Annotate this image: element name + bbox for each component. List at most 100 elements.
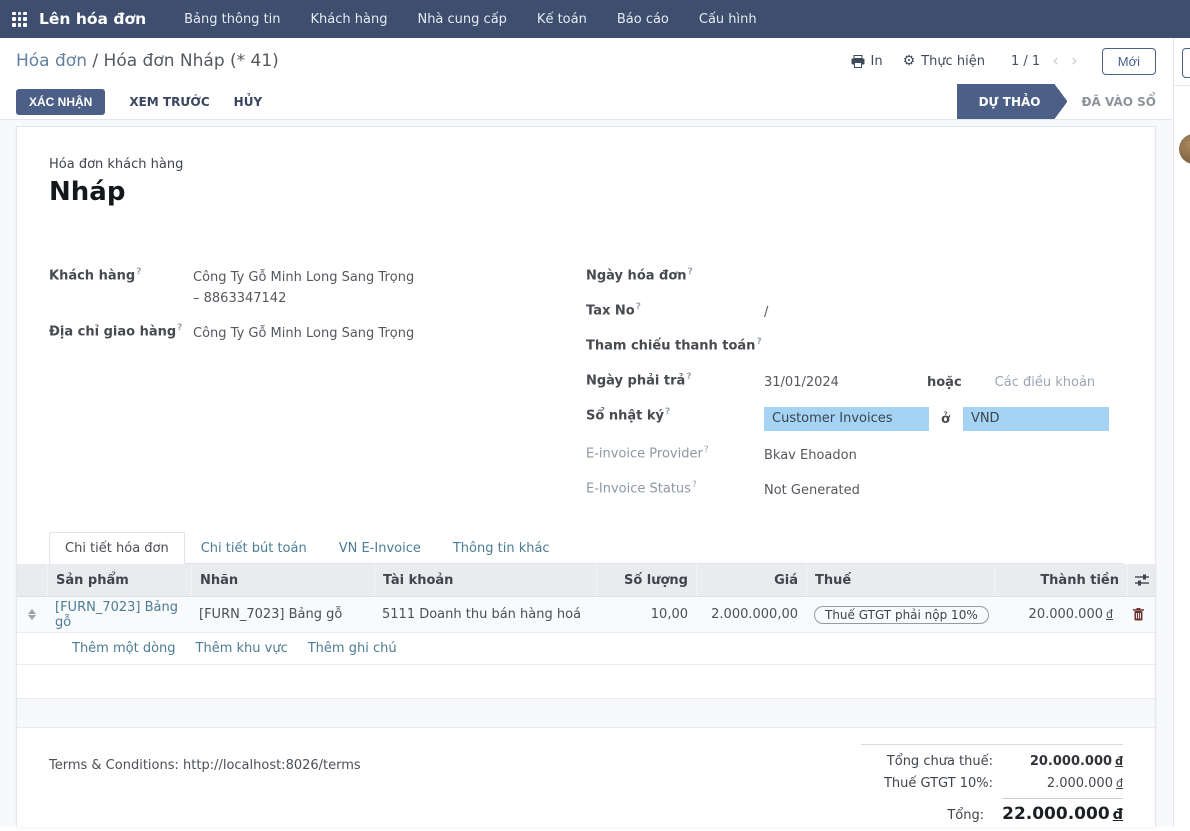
nav-item-reports[interactable]: Báo cáo <box>617 12 669 27</box>
breadcrumb: Hóa đơn / Hóa đơn Nháp (* 41) <box>16 51 279 71</box>
preview-button[interactable]: XEM TRƯỚC <box>129 95 209 109</box>
field-invoice-date: Ngày hóa đơn? <box>586 267 1123 288</box>
einvoice-status-label: E-Invoice Status? <box>586 480 764 496</box>
tab-invoice-lines[interactable]: Chi tiết hóa đơn <box>49 532 185 564</box>
help-icon: ? <box>692 480 697 490</box>
total-grand-value: 22.000.000đ <box>1002 798 1123 824</box>
einvoice-provider-label: E-invoice Provider? <box>586 445 764 461</box>
tax-no-label: Tax No? <box>586 302 764 318</box>
help-icon: ? <box>688 267 693 277</box>
invoice-name-title[interactable]: Nháp <box>17 177 1155 207</box>
in-label: ở <box>941 409 950 430</box>
chatter-panel-sliver <box>1173 38 1190 827</box>
column-header-product[interactable]: Sản phẩm <box>47 564 191 596</box>
avatar[interactable] <box>1179 134 1190 164</box>
column-header-subtotal[interactable]: Thành tiền <box>994 564 1127 596</box>
nav-item-settings[interactable]: Cấu hình <box>699 12 757 27</box>
total-untaxed-value: 20.000.000đ <box>1011 754 1123 769</box>
delivery-address-label: Địa chỉ giao hàng? <box>49 323 193 339</box>
chatter-button-fragment[interactable] <box>1182 48 1190 78</box>
status-posted[interactable]: ĐÃ VÀO SỔ <box>1067 84 1156 119</box>
help-icon: ? <box>177 323 182 333</box>
field-due-date: Ngày phải trả? 31/01/2024 hoặc Các điều … <box>586 372 1123 393</box>
gear-icon: ⚙ <box>903 53 916 69</box>
due-date-input[interactable]: 31/01/2024 <box>764 372 927 393</box>
line-subtotal: 20.000.000đ <box>994 607 1121 622</box>
action-menu-button[interactable]: ⚙ Thực hiện <box>903 53 985 69</box>
nav-item-dashboard[interactable]: Bảng thông tin <box>184 12 280 27</box>
customer-ref: – 8863347142 <box>193 288 414 309</box>
tax-no-input[interactable]: / <box>764 302 768 323</box>
einvoice-provider-value: Bkav Ehoadon <box>764 445 857 466</box>
trash-icon <box>1133 608 1144 621</box>
tab-other-info[interactable]: Thông tin khác <box>437 532 566 564</box>
optional-columns-button[interactable] <box>1127 564 1155 596</box>
payment-ref-label: Tham chiếu thanh toán? <box>586 337 764 353</box>
apps-grid-icon[interactable] <box>12 12 27 27</box>
customer-label: Khách hàng? <box>49 267 193 283</box>
nav-item-accounting[interactable]: Kế toán <box>537 12 587 27</box>
tab-journal-items[interactable]: Chi tiết bút toán <box>185 532 323 564</box>
tax-pill[interactable]: Thuế GTGT phải nộp 10% <box>814 606 989 624</box>
einvoice-status-value: Not Generated <box>764 480 860 501</box>
table-empty-area <box>17 665 1155 698</box>
app-name[interactable]: Lên hóa đơn <box>39 10 146 28</box>
confirm-button[interactable]: XÁC NHẬN <box>16 89 105 115</box>
total-tax-value: 2.000.000đ <box>1011 776 1123 791</box>
pager-previous-icon[interactable]: ‹ <box>1052 53 1059 70</box>
column-header-account[interactable]: Tài khoản <box>374 564 596 596</box>
lines-table-header: Sản phẩm Nhãn Tài khoản Số lượng Giá Thu… <box>17 564 1155 597</box>
currency-input[interactable]: VND <box>963 407 1109 431</box>
drag-handle-icon[interactable] <box>17 609 47 620</box>
invoice-line-row[interactable]: [FURN_7023] Bảng gỗ [FURN_7023] Bảng gỗ … <box>17 597 1155 633</box>
breadcrumb-invoices-link[interactable]: Hóa đơn <box>16 51 87 71</box>
add-section-link[interactable]: Thêm khu vực <box>196 641 288 656</box>
line-account[interactable]: 5111 Doanh thu bán hàng hoá <box>374 607 596 622</box>
pager-value[interactable]: 1 / 1 <box>1011 54 1040 69</box>
journal-input[interactable]: Customer Invoices <box>764 407 929 431</box>
sliders-icon <box>1135 574 1149 586</box>
help-icon: ? <box>686 372 691 382</box>
journal-label: Sổ nhật ký? <box>586 407 764 423</box>
line-tax[interactable]: Thuế GTGT phải nộp 10% <box>806 606 994 624</box>
pager-next-icon[interactable]: › <box>1071 53 1078 70</box>
column-header-price[interactable]: Giá <box>696 564 806 596</box>
total-tax-label: Thuế GTGT 10%: <box>884 776 993 791</box>
new-button[interactable]: Mới <box>1102 48 1156 75</box>
line-quantity[interactable]: 10,00 <box>596 607 696 622</box>
add-note-link[interactable]: Thêm ghi chú <box>308 641 397 656</box>
due-date-label: Ngày phải trả? <box>586 372 764 388</box>
nav-item-vendors[interactable]: Nhà cung cấp <box>417 12 506 27</box>
field-payment-ref: Tham chiếu thanh toán? <box>586 337 1123 358</box>
tab-vn-einvoice[interactable]: VN E-Invoice <box>323 532 437 564</box>
nav-item-customers[interactable]: Khách hàng <box>311 12 388 27</box>
field-einvoice-status: E-Invoice Status? Not Generated <box>586 480 1123 501</box>
column-header-tax[interactable]: Thuế <box>806 564 994 596</box>
add-line-link[interactable]: Thêm một dòng <box>72 641 176 656</box>
notebook-tabs: Chi tiết hóa đơn Chi tiết bút toán VN E-… <box>49 531 1123 564</box>
line-product[interactable]: [FURN_7023] Bảng gỗ <box>47 600 191 630</box>
cancel-button[interactable]: HỦY <box>234 95 262 109</box>
delivery-address-value[interactable]: Công Ty Gỗ Minh Long Sang Trọng <box>193 323 414 344</box>
line-add-links: Thêm một dòng Thêm khu vực Thêm ghi chú <box>17 633 1155 665</box>
status-draft[interactable]: DỰ THẢO <box>957 84 1068 119</box>
field-journal: Sổ nhật ký? Customer Invoices ở VND <box>586 407 1123 431</box>
field-einvoice-provider: E-invoice Provider? Bkav Ehoadon <box>586 445 1123 466</box>
field-customer: Khách hàng? Công Ty Gỗ Minh Long Sang Tr… <box>49 267 586 309</box>
print-button[interactable]: In <box>851 54 883 69</box>
payment-terms-input[interactable]: Các điều khoản <box>995 372 1095 393</box>
form-view: Hóa đơn khách hàng Nháp Khách hàng? Công… <box>0 120 1172 827</box>
column-header-quantity[interactable]: Số lượng <box>596 564 696 596</box>
control-panel: Hóa đơn / Hóa đơn Nháp (* 41) In ⚙ Thực … <box>0 38 1172 120</box>
line-price[interactable]: 2.000.000,00 <box>696 607 806 622</box>
or-label: hoặc <box>927 372 962 393</box>
terms-and-conditions[interactable]: Terms & Conditions: http://localhost:802… <box>49 758 361 831</box>
customer-value[interactable]: Công Ty Gỗ Minh Long Sang Trọng – 886334… <box>193 267 414 309</box>
invoice-sheet: Hóa đơn khách hàng Nháp Khách hàng? Công… <box>16 126 1156 827</box>
column-header-label[interactable]: Nhãn <box>191 564 374 596</box>
table-footer-strip <box>17 698 1155 728</box>
chatter-divider <box>1174 85 1190 86</box>
printer-icon <box>851 55 865 68</box>
delete-line-button[interactable] <box>1121 608 1155 621</box>
line-label[interactable]: [FURN_7023] Bảng gỗ <box>191 607 374 622</box>
